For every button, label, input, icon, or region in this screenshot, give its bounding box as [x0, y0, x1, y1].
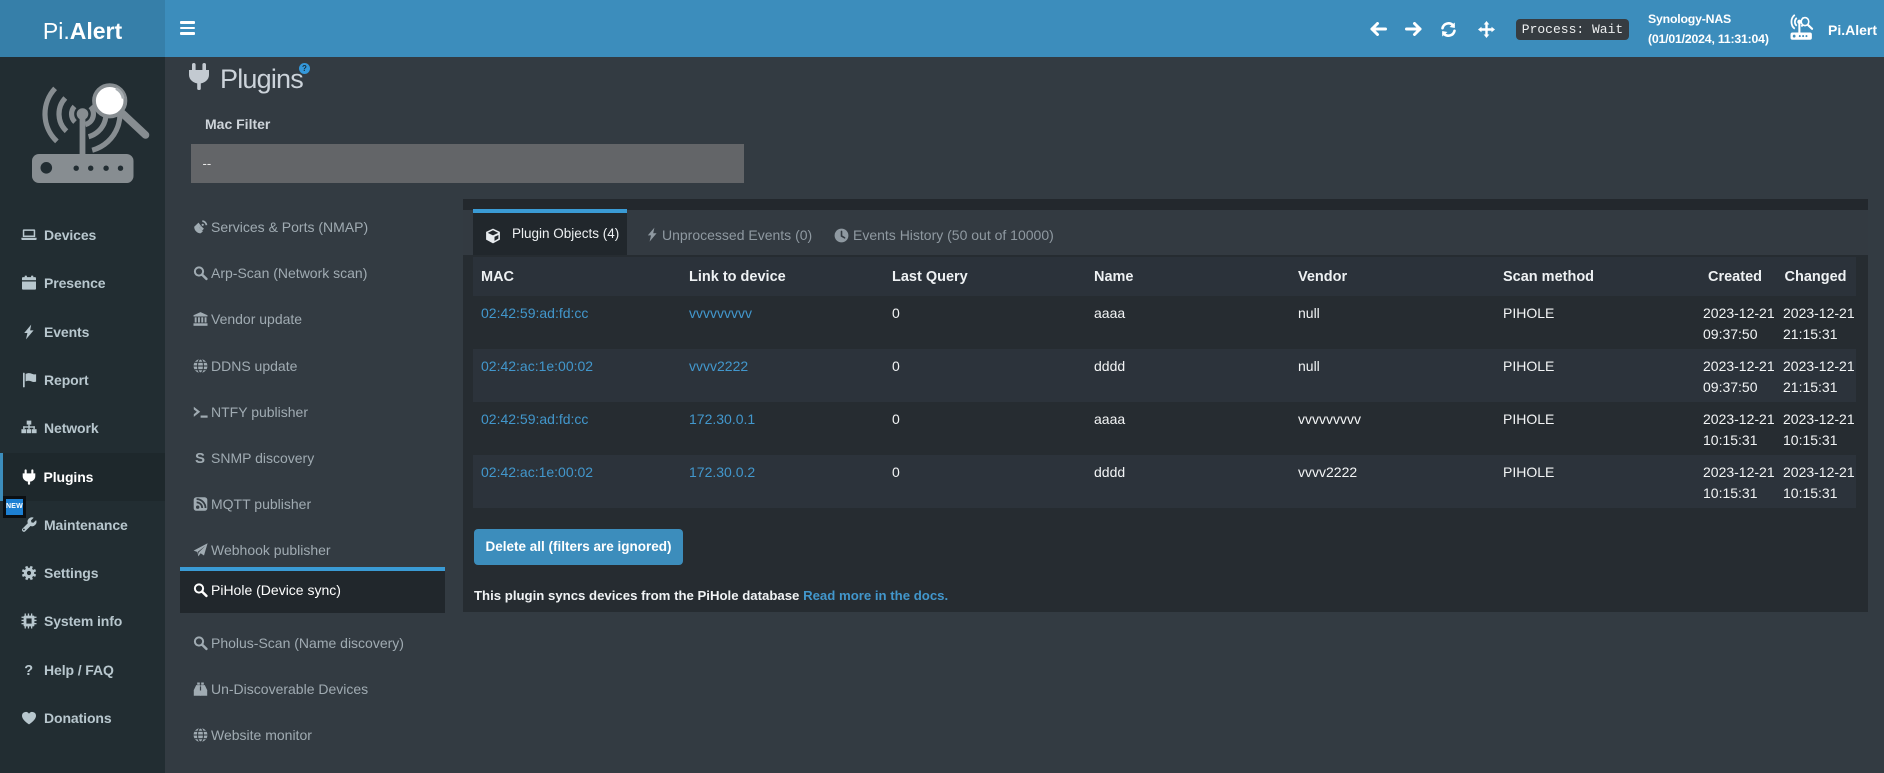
svg-text:?: ?: [24, 663, 33, 678]
svg-text:S: S: [195, 451, 205, 466]
